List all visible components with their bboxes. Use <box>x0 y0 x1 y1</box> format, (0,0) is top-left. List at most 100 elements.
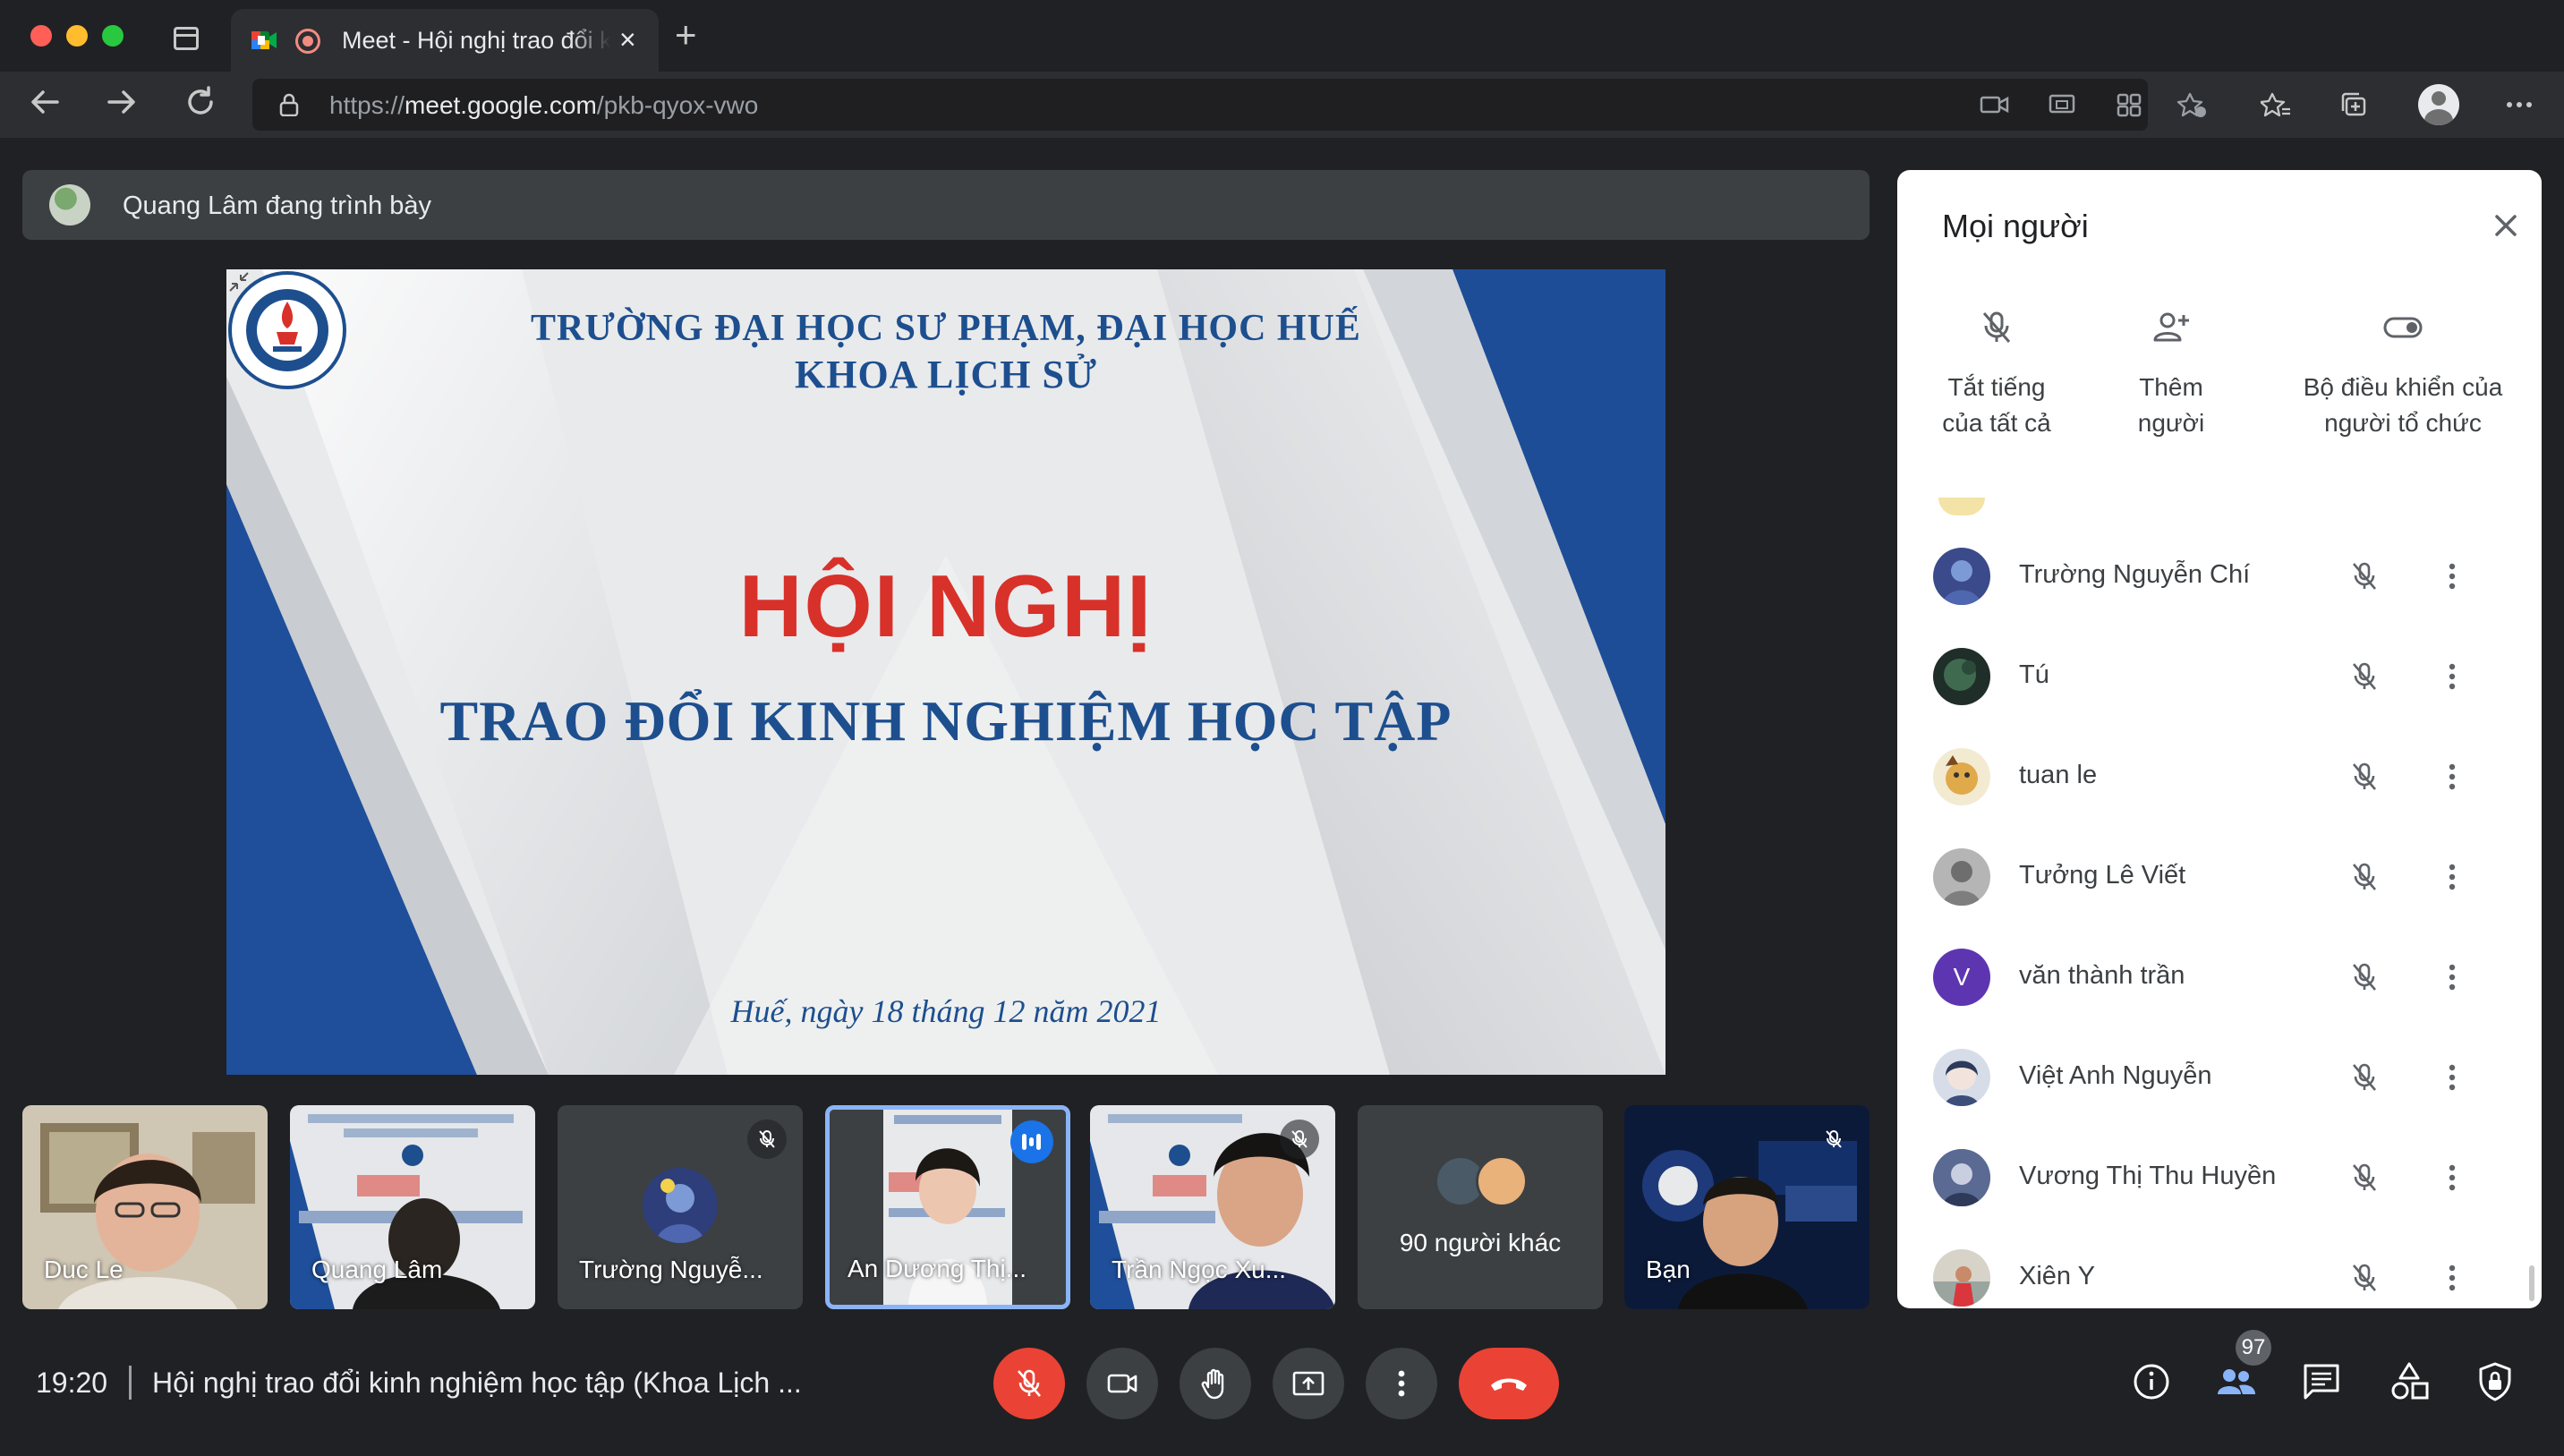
raise-hand-button[interactable] <box>1180 1348 1251 1419</box>
add-favorite-icon[interactable] <box>2176 91 2207 118</box>
action-label: Tắt tiếng của tất cả <box>1942 373 2051 437</box>
participant-row[interactable]: Tú <box>1897 626 2542 727</box>
lock-icon[interactable] <box>279 93 299 116</box>
address-bar: https://meet.google.com/pkb-qyox-vwo <box>0 72 2564 138</box>
more-vert-icon <box>1398 1370 1405 1397</box>
microphone-toggle-button[interactable] <box>993 1348 1065 1419</box>
activities-icon[interactable] <box>2386 1358 2432 1405</box>
browser-tab-meet[interactable]: Meet - Hội nghị trao đổi kinh nghiệm học… <box>231 9 659 72</box>
more-options-button[interactable] <box>1366 1348 1437 1419</box>
slide-date: Huế, ngày 18 tháng 12 năm 2021 <box>730 993 1162 1029</box>
mic-off-icon[interactable] <box>2347 558 2382 594</box>
present-icon <box>1292 1371 1325 1396</box>
hand-icon <box>1201 1368 1224 1400</box>
more-options-icon[interactable] <box>2434 1260 2470 1296</box>
participant-name: Vương Thị Thu Huyền <box>2019 1162 2277 1190</box>
participant-tile[interactable]: Quang Lâm <box>290 1105 535 1309</box>
participant-avatar <box>1933 648 1990 705</box>
meet-app: Quang Lâm đang trình bày TRƯỜNG ĐẠI HỌC … <box>0 138 2564 1456</box>
browser-tab-bar: Meet - Hội nghị trao đổi kinh nghiệm học… <box>0 0 2564 72</box>
profile-avatar[interactable] <box>2418 84 2459 125</box>
back-icon[interactable] <box>27 84 63 128</box>
forward-icon[interactable] <box>104 84 140 128</box>
camera-toggle-button[interactable] <box>1086 1348 1158 1419</box>
panel-title: Mọi người <box>1942 208 2089 244</box>
more-options-icon[interactable] <box>2434 959 2470 995</box>
participant-name: Việt Anh Nguyễn <box>2019 1061 2212 1090</box>
participant-name: Quang Lâm <box>311 1256 443 1283</box>
more-options-icon[interactable] <box>2434 1160 2470 1196</box>
participant-name: Bạn <box>1646 1256 1691 1283</box>
participant-name: Duc Le <box>44 1256 124 1283</box>
mic-off-icon[interactable] <box>2347 659 2382 694</box>
self-tile[interactable]: Bạn <box>1624 1105 1870 1309</box>
url-field[interactable]: https://meet.google.com/pkb-qyox-vwo <box>252 79 2148 131</box>
mic-off-icon[interactable] <box>2347 859 2382 895</box>
participant-tile[interactable]: Duc Le <box>22 1105 268 1309</box>
meeting-info-icon[interactable] <box>2128 1358 2175 1405</box>
participant-row[interactable]: Trường Nguyễn Chí <box>1897 526 2542 626</box>
close-icon[interactable] <box>2483 202 2529 249</box>
participant-name: Xiên Y <box>2019 1262 2095 1290</box>
participant-list-scrollbar[interactable] <box>2529 1265 2534 1301</box>
mic-off-icon[interactable] <box>2347 1260 2382 1296</box>
participant-tile[interactable]: Trần Ngọc Xu... <box>1090 1105 1335 1309</box>
present-screen-button[interactable] <box>1273 1348 1344 1419</box>
new-tab-icon[interactable]: + <box>675 16 697 54</box>
more-options-icon[interactable] <box>2434 1060 2470 1095</box>
favorites-icon[interactable] <box>2261 91 2291 118</box>
more-options-icon[interactable] <box>2434 759 2470 795</box>
toggle-icon <box>2383 317 2423 338</box>
participant-avatar <box>1933 548 1990 605</box>
presenter-banner: Quang Lâm đang trình bày <box>22 170 1870 240</box>
collections-icon[interactable] <box>2339 91 2370 118</box>
mic-off-icon[interactable] <box>2347 959 2382 995</box>
participant-row[interactable]: Việt Anh Nguyễn <box>1897 1027 2542 1128</box>
host-controls-icon[interactable] <box>2472 1358 2518 1405</box>
participant-name: An Dương Thị... <box>848 1255 1027 1282</box>
hang-up-icon <box>1491 1378 1527 1391</box>
more-options-icon[interactable] <box>2434 558 2470 594</box>
participant-avatar <box>1476 1155 1528 1207</box>
participant-tile-active[interactable]: An Dương Thị... <box>825 1105 1070 1309</box>
participant-row[interactable]: Xiên Y <box>1897 1228 2542 1308</box>
more-options-icon[interactable] <box>2434 659 2470 694</box>
chat-icon[interactable] <box>2298 1358 2345 1405</box>
mic-off-icon[interactable] <box>2347 759 2382 795</box>
participant-row[interactable]: V văn thành trần <box>1897 927 2542 1027</box>
more-menu-icon[interactable] <box>2504 91 2534 118</box>
camera-in-use-icon[interactable] <box>1980 91 2010 118</box>
slide-department: KHOA LỊCH SỬ <box>795 353 1097 396</box>
minimize-presentation-icon[interactable] <box>226 269 251 294</box>
participant-row[interactable]: Tưởng Lê Viết <box>1897 827 2542 927</box>
apps-icon[interactable] <box>2114 91 2144 118</box>
more-options-icon[interactable] <box>2434 859 2470 895</box>
cast-icon[interactable] <box>2048 91 2078 118</box>
participant-avatar <box>1933 1049 1990 1106</box>
mic-off-icon[interactable] <box>2347 1160 2382 1196</box>
participant-row[interactable]: tuan le <box>1897 727 2542 827</box>
window-zoom-button[interactable] <box>102 25 124 47</box>
camera-icon <box>1107 1374 1137 1393</box>
participant-name: Trường Nguyễn Chí <box>2019 560 2251 589</box>
others-tile[interactable]: 90 người khác <box>1358 1105 1603 1309</box>
meeting-clock: 19:20 <box>36 1367 108 1399</box>
tab-actions-icon[interactable] <box>174 27 199 50</box>
participant-row[interactable]: Vương Thị Thu Huyền <box>1897 1128 2542 1228</box>
action-label: Thêm người <box>2137 373 2205 437</box>
presenter-avatar <box>49 184 90 226</box>
participant-name: văn thành trần <box>2019 961 2185 990</box>
add-people-button[interactable]: Thêm người <box>2108 306 2234 441</box>
action-label: Bộ điều khiển của người tổ chức <box>2303 373 2503 437</box>
host-controls-button[interactable]: Bộ điều khiển của người tổ chức <box>2282 306 2524 441</box>
tab-close-icon[interactable]: × <box>619 25 636 54</box>
muted-mic-icon <box>1814 1120 1853 1159</box>
mute-all-button[interactable]: Tắt tiếng của tất cả <box>1929 306 2064 441</box>
muted-mic-icon <box>747 1120 787 1159</box>
reload-icon[interactable] <box>183 84 218 128</box>
leave-call-button[interactable] <box>1459 1348 1559 1419</box>
participant-tile[interactable]: Trường Nguyễ... <box>558 1105 803 1309</box>
window-minimize-button[interactable] <box>66 25 88 47</box>
window-close-button[interactable] <box>30 25 52 47</box>
mic-off-icon[interactable] <box>2347 1060 2382 1095</box>
